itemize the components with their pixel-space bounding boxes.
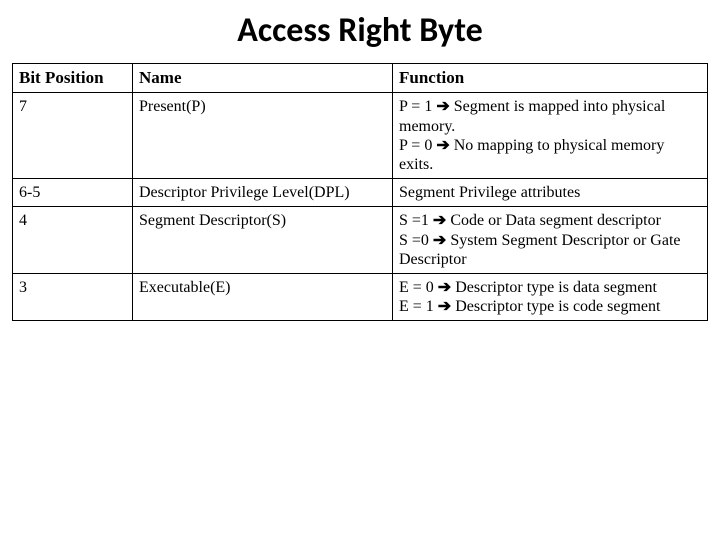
- table-row: 3 Executable(E) E = 0 ➔ Descriptor type …: [13, 273, 708, 320]
- cell-function: P = 1 ➔ Segment is mapped into physical …: [393, 93, 708, 179]
- access-right-table: Bit Position Name Function 7 Present(P) …: [12, 63, 708, 321]
- slide: Access Right Byte Bit Position Name Func…: [0, 0, 720, 321]
- func-text: P = 0: [399, 137, 436, 154]
- table-row: 6-5 Descriptor Privilege Level(DPL) Segm…: [13, 179, 708, 207]
- func-line: S =1 ➔ Code or Data segment descriptor: [399, 211, 701, 230]
- cell-name: Descriptor Privilege Level(DPL): [133, 179, 393, 207]
- func-text: E = 1: [399, 298, 438, 315]
- table-row: 7 Present(P) P = 1 ➔ Segment is mapped i…: [13, 93, 708, 179]
- cell-bit: 7: [13, 93, 133, 179]
- func-text: Descriptor type is data segment: [451, 279, 657, 296]
- func-text: S =0: [399, 232, 433, 249]
- func-line: E = 1 ➔ Descriptor type is code segment: [399, 297, 701, 316]
- arrow-icon: ➔: [436, 98, 449, 115]
- cell-bit: 3: [13, 273, 133, 320]
- table-row: 4 Segment Descriptor(S) S =1 ➔ Code or D…: [13, 207, 708, 274]
- cell-name: Segment Descriptor(S): [133, 207, 393, 274]
- cell-function: Segment Privilege attributes: [393, 179, 708, 207]
- cell-bit: 4: [13, 207, 133, 274]
- arrow-icon: ➔: [433, 212, 446, 229]
- func-line: S =0 ➔ System Segment Descriptor or Gate…: [399, 231, 701, 269]
- arrow-icon: ➔: [438, 279, 451, 296]
- func-line: Segment Privilege attributes: [399, 183, 701, 202]
- arrow-icon: ➔: [438, 298, 451, 315]
- func-text: E = 0: [399, 279, 438, 296]
- col-bit-position: Bit Position: [13, 64, 133, 93]
- func-text: Code or Data segment descriptor: [446, 212, 661, 229]
- func-text: P = 1: [399, 98, 436, 115]
- func-text: S =1: [399, 212, 433, 229]
- cell-function: S =1 ➔ Code or Data segment descriptor S…: [393, 207, 708, 274]
- func-line: P = 0 ➔ No mapping to physical memory ex…: [399, 136, 701, 174]
- func-text: Descriptor type is code segment: [451, 298, 660, 315]
- col-name: Name: [133, 64, 393, 93]
- page-title: Access Right Byte: [12, 10, 708, 51]
- arrow-icon: ➔: [436, 137, 449, 154]
- table-header-row: Bit Position Name Function: [13, 64, 708, 93]
- func-line: E = 0 ➔ Descriptor type is data segment: [399, 278, 701, 297]
- col-function: Function: [393, 64, 708, 93]
- cell-bit: 6-5: [13, 179, 133, 207]
- arrow-icon: ➔: [433, 232, 446, 249]
- cell-name: Present(P): [133, 93, 393, 179]
- cell-function: E = 0 ➔ Descriptor type is data segment …: [393, 273, 708, 320]
- cell-name: Executable(E): [133, 273, 393, 320]
- func-line: P = 1 ➔ Segment is mapped into physical …: [399, 97, 701, 135]
